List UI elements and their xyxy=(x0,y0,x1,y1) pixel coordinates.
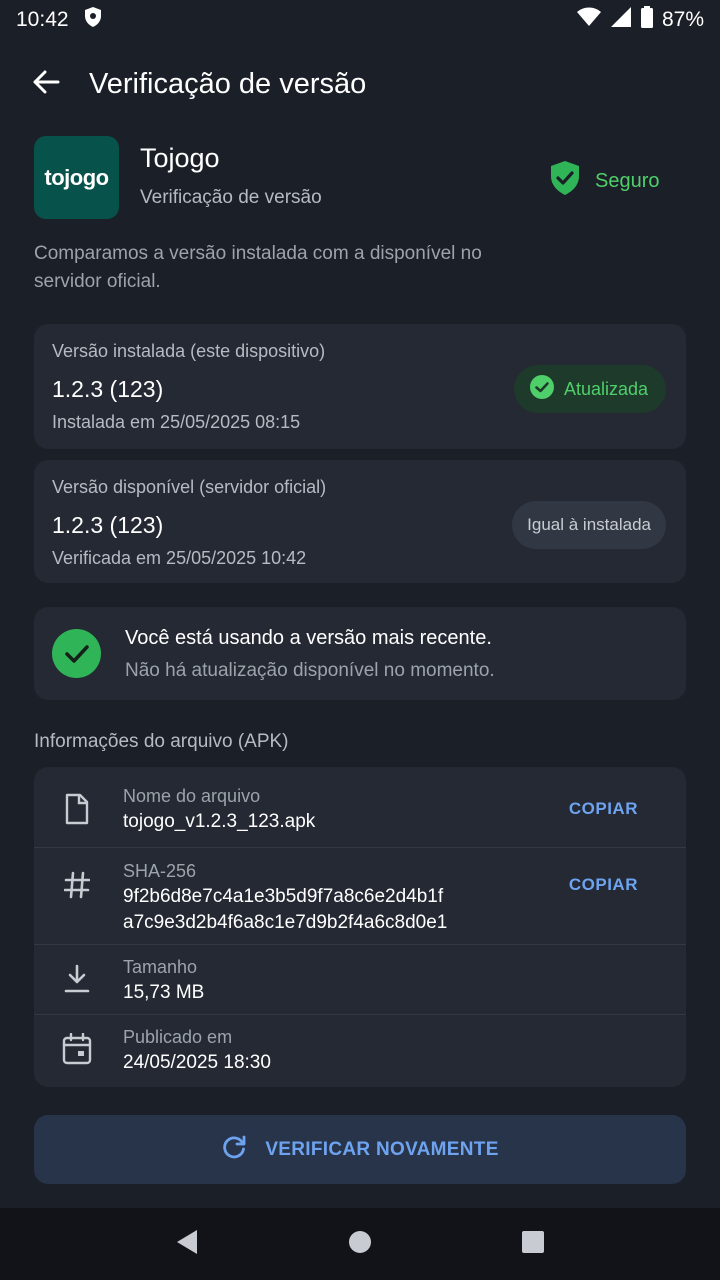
installed-date: Instalada em 25/05/2025 08:15 xyxy=(52,412,301,432)
copy-file-name-button[interactable]: COPIAR xyxy=(569,799,638,819)
published-label: Publicado em xyxy=(123,1027,233,1047)
app-subtitle: Verificação de versão xyxy=(140,187,322,208)
shield-icon xyxy=(83,6,103,34)
app-bar: Verificação de versão xyxy=(0,48,720,120)
nav-home-button[interactable] xyxy=(335,1219,385,1269)
status-badge: Atualizada xyxy=(513,365,666,413)
system-nav-bar xyxy=(0,1208,720,1280)
installed-label: Versão instalada (este dispositivo) xyxy=(52,341,326,361)
file-info-heading: Informações do arquivo (APK) xyxy=(34,731,289,752)
app-logo-text: tojogo xyxy=(44,164,109,190)
status-badge-label: Atualizada xyxy=(563,378,648,399)
comparison-badge: Igual à instalada xyxy=(512,501,666,549)
hash-icon xyxy=(60,871,94,899)
sha256-row: SHA-256 9f2b6d8e7c4a1e3b5d9f7a8c6e2d4b1f… xyxy=(34,848,686,945)
verify-again-button[interactable]: VERIFICAR NOVAMENTE xyxy=(34,1115,686,1184)
triangle-back-icon xyxy=(175,1229,199,1260)
installed-version-card: Versão instalada (este dispositivo) 1.2.… xyxy=(34,324,686,449)
sha256-value-line2: a7c9e3d2b4f6a8c1e7d9b2f4a6c8d0e1 xyxy=(123,912,448,933)
published-value: 24/05/2025 18:30 xyxy=(123,1052,271,1073)
battery-percent: 87% xyxy=(661,8,704,31)
app-name: Tojogo xyxy=(140,143,220,173)
intro-text: Comparamos a versão instalada com a disp… xyxy=(34,243,482,292)
latest-subtitle: Não há atualização disponível no momento… xyxy=(125,660,495,681)
security-label: Seguro xyxy=(595,169,660,192)
file-name-label: Nome do arquivo xyxy=(123,786,261,806)
size-value: 15,73 MB xyxy=(123,982,205,1003)
file-icon xyxy=(60,793,94,825)
latest-title: Você está usando a versão mais recente. xyxy=(125,627,492,649)
check-icon xyxy=(52,629,101,678)
copy-sha256-button[interactable]: COPIAR xyxy=(569,875,638,895)
app-logo: tojogo xyxy=(34,136,119,219)
file-info-card: Nome do arquivo tojogo_v1.2.3_123.apk CO… xyxy=(34,767,686,1087)
shield-check-icon xyxy=(549,160,581,202)
verify-again-label: VERIFICAR NOVAMENTE xyxy=(265,1138,499,1160)
download-icon xyxy=(60,964,94,994)
status-bar: 10:42 87% xyxy=(0,0,720,40)
status-time: 10:42 xyxy=(16,8,69,31)
signal-icon xyxy=(610,6,632,34)
calendar-icon xyxy=(60,1033,94,1065)
available-date: Verificada em 25/05/2025 10:42 xyxy=(52,548,307,568)
sha256-value-line1: 9f2b6d8e7c4a1e3b5d9f7a8c6e2d4b1f xyxy=(123,886,444,907)
wifi-icon xyxy=(576,7,602,33)
page-title: Verificação de versão xyxy=(89,67,367,100)
size-label: Tamanho xyxy=(123,957,198,977)
refresh-icon xyxy=(221,1134,247,1166)
circle-home-icon xyxy=(348,1230,372,1259)
installed-version: 1.2.3 (123) xyxy=(52,376,164,402)
file-name-value: tojogo_v1.2.3_123.apk xyxy=(123,811,316,832)
available-label: Versão disponível (servidor oficial) xyxy=(52,477,327,497)
arrow-left-icon xyxy=(32,70,60,99)
nav-recents-button[interactable] xyxy=(508,1219,558,1269)
file-name-row: Nome do arquivo tojogo_v1.2.3_123.apk CO… xyxy=(34,767,686,848)
latest-version-card: Você está usando a versão mais recente. … xyxy=(34,607,686,700)
available-version: 1.2.3 (123) xyxy=(52,512,164,538)
available-version-card: Versão disponível (servidor oficial) 1.2… xyxy=(34,460,686,583)
sha256-label: SHA-256 xyxy=(123,861,197,881)
back-button[interactable] xyxy=(16,54,76,114)
size-row: Tamanho 15,73 MB xyxy=(34,945,686,1015)
check-circle-icon xyxy=(529,374,554,404)
square-recents-icon xyxy=(521,1230,545,1259)
security-status: Seguro xyxy=(549,160,660,202)
battery-icon xyxy=(640,6,654,34)
nav-back-button[interactable] xyxy=(162,1219,212,1269)
published-row: Publicado em 24/05/2025 18:30 xyxy=(34,1015,686,1087)
